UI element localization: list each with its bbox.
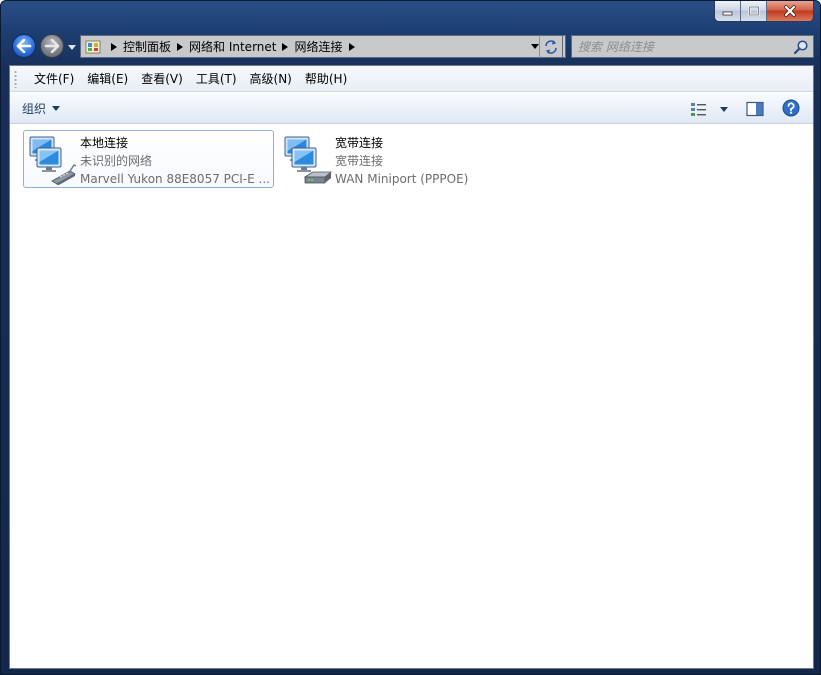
- connection-details: 本地连接 未识别的网络 Marvell Yukon 88E8057 PCI-E …: [80, 133, 270, 188]
- chevron-down-icon: [68, 44, 76, 50]
- close-icon: [784, 5, 796, 17]
- connection-device: Marvell Yukon 88E8057 PCI-E ...: [80, 172, 270, 186]
- address-bar[interactable]: 控制面板 网络和 Internet 网络连接: [80, 35, 566, 58]
- connection-broadband[interactable]: 宽带连接 宽带连接 WAN Miniport (PPPOE): [278, 130, 508, 188]
- minimize-button[interactable]: [715, 1, 741, 21]
- preview-pane-icon: [746, 101, 764, 117]
- breadcrumb-arrow[interactable]: [105, 42, 123, 51]
- chevron-down-icon: [531, 44, 539, 49]
- organize-button[interactable]: 组织: [22, 99, 61, 118]
- menu-tools[interactable]: 工具(T): [190, 67, 243, 90]
- organize-label: 组织: [22, 102, 47, 116]
- chevron-right-icon: [177, 42, 184, 51]
- breadcrumb-network-internet[interactable]: 网络和 Internet: [189, 38, 276, 55]
- refresh-icon: [545, 39, 557, 54]
- chevron-right-icon: [348, 42, 355, 51]
- back-button[interactable]: [12, 34, 36, 58]
- view-details-icon: [691, 103, 706, 116]
- connection-device: WAN Miniport (PPPOE): [335, 172, 469, 186]
- help-button[interactable]: [781, 98, 801, 118]
- minimize-icon: [722, 11, 732, 16]
- maximize-button[interactable]: [741, 1, 767, 21]
- control-panel-icon: [81, 36, 105, 57]
- search-icon[interactable]: [793, 39, 809, 55]
- menu-help[interactable]: 帮助(H): [299, 67, 353, 90]
- maximize-icon: [748, 6, 759, 16]
- breadcrumb-control-panel[interactable]: 控制面板: [123, 38, 171, 55]
- caption-buttons: [714, 1, 814, 22]
- chevron-right-icon: [282, 42, 289, 51]
- help-icon: [782, 99, 800, 117]
- recent-pages-button[interactable]: [67, 42, 77, 52]
- menu-view[interactable]: 查看(V): [135, 67, 189, 90]
- arrow-left-icon: [16, 39, 32, 53]
- menu-bar: 文件(F) 编辑(E) 查看(V) 工具(T) 高级(N) 帮助(H): [10, 66, 813, 92]
- chevron-down-icon: [719, 106, 728, 112]
- lan-adapter-icon: [26, 133, 78, 186]
- connection-name: 宽带连接: [335, 136, 384, 150]
- breadcrumb-network-connections[interactable]: 网络连接: [294, 38, 342, 55]
- breadcrumb-arrow[interactable]: [343, 42, 361, 51]
- preview-pane-button[interactable]: [745, 99, 765, 119]
- connection-status: 未识别的网络: [80, 154, 153, 168]
- forward-button[interactable]: [40, 34, 64, 58]
- broadband-modem-icon: [281, 133, 333, 185]
- menu-file[interactable]: 文件(F): [28, 67, 80, 90]
- menu-advanced[interactable]: 高级(N): [244, 67, 298, 90]
- connections-view: 本地连接 未识别的网络 Marvell Yukon 88E8057 PCI-E …: [10, 125, 813, 668]
- chevron-down-icon: [52, 106, 61, 111]
- breadcrumb-arrow[interactable]: [276, 42, 294, 51]
- navigation-bar: 控制面板 网络和 Internet 网络连接: [9, 31, 814, 61]
- refresh-button[interactable]: [539, 35, 563, 58]
- menu-edit[interactable]: 编辑(E): [81, 67, 134, 90]
- breadcrumb-arrow[interactable]: [171, 42, 189, 51]
- change-view-button[interactable]: [690, 99, 730, 119]
- client-area: 文件(F) 编辑(E) 查看(V) 工具(T) 高级(N) 帮助(H) 组织 本…: [9, 65, 814, 669]
- search-box[interactable]: [571, 35, 814, 58]
- command-bar: 组织: [10, 93, 813, 124]
- close-button[interactable]: [767, 1, 813, 21]
- connection-details: 宽带连接 宽带连接 WAN Miniport (PPPOE): [335, 133, 468, 188]
- connection-local-area[interactable]: 本地连接 未识别的网络 Marvell Yukon 88E8057 PCI-E …: [23, 130, 274, 188]
- chevron-right-icon: [111, 42, 117, 51]
- arrow-right-icon: [44, 39, 60, 53]
- connection-name: 本地连接: [80, 136, 129, 150]
- explorer-window: 控制面板 网络和 Internet 网络连接 搜索 网络连接 文件(F) 编辑(…: [0, 0, 821, 675]
- search-input[interactable]: [576, 38, 786, 55]
- connection-status: 宽带连接: [335, 154, 384, 168]
